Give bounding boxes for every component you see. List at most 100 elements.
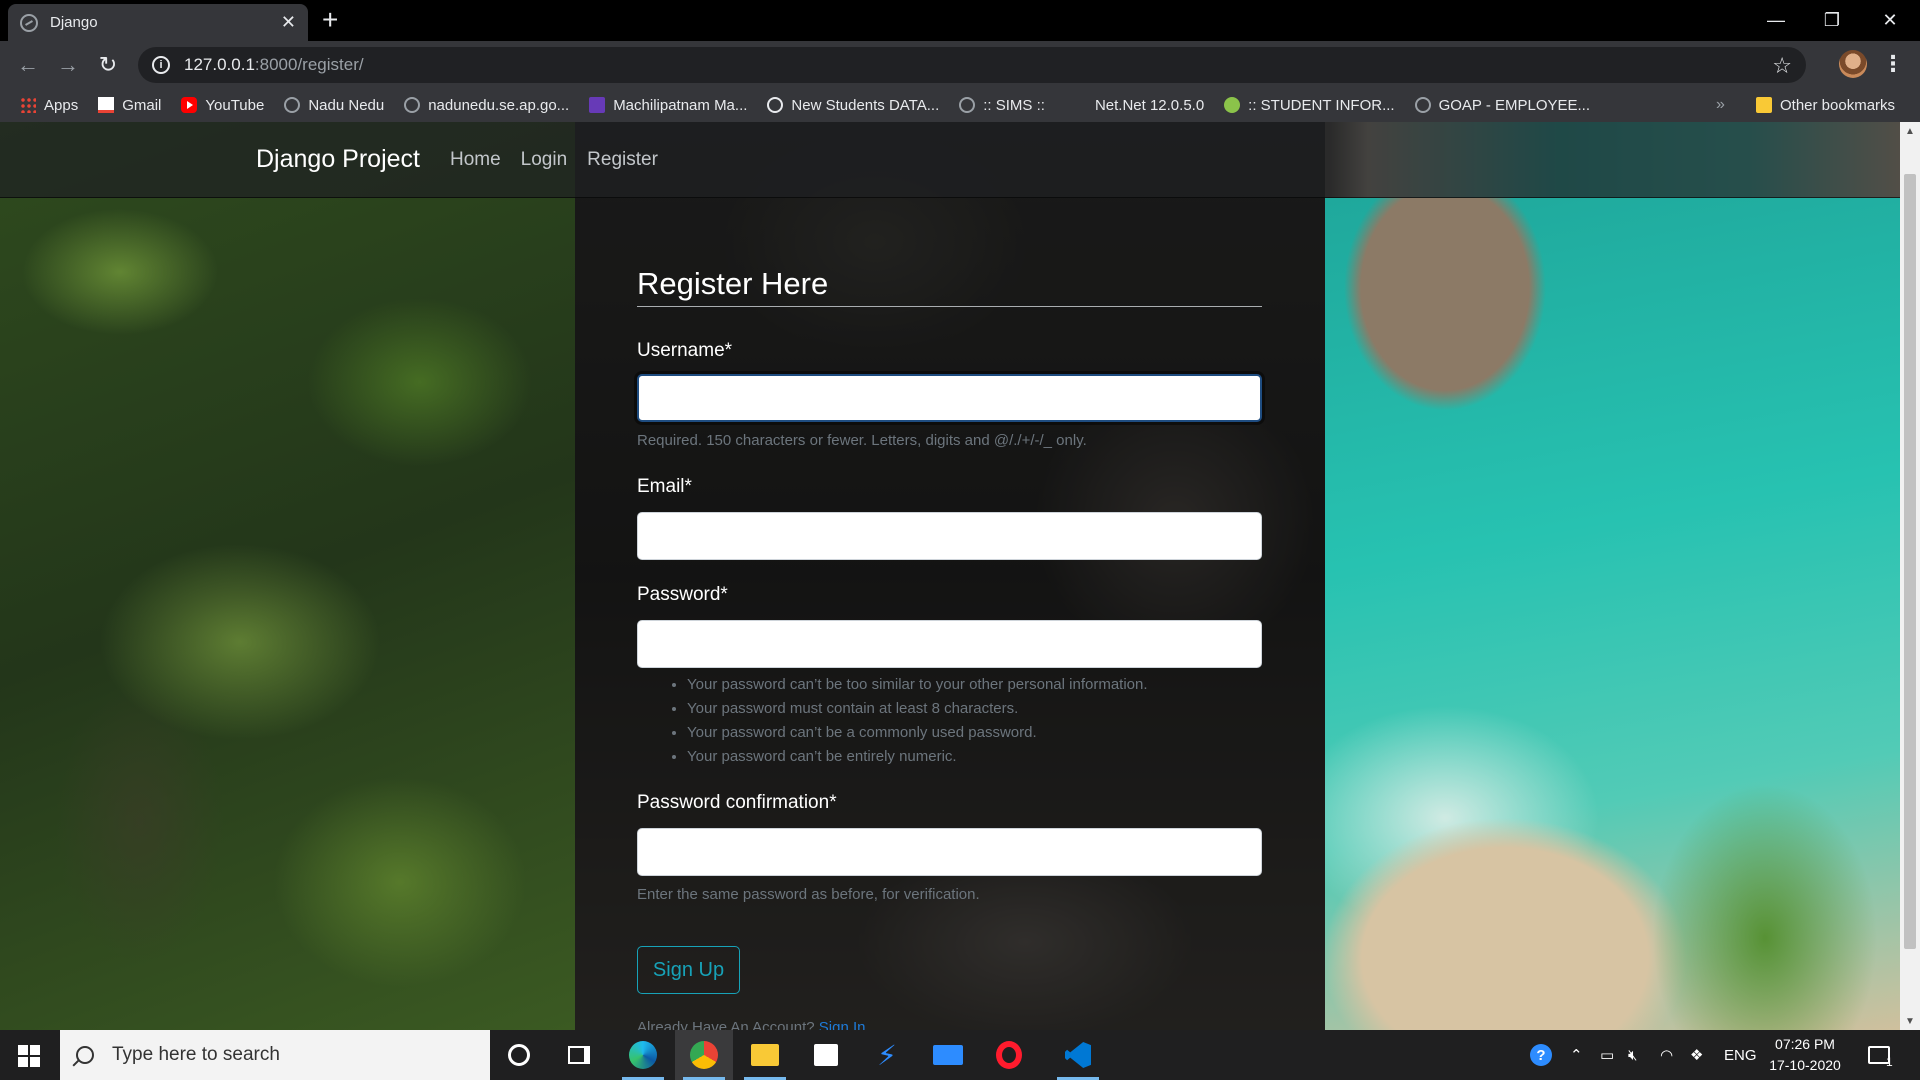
password-confirmation-help-text: Enter the same password as before, for v… [637,886,980,903]
page-scrollbar[interactable]: ▲ ▼ [1900,122,1920,1030]
bookmark-new-students[interactable]: New Students DATA... [767,97,939,114]
password-label: Password* [637,584,728,605]
site-brand-link[interactable]: Django Project [256,145,420,174]
wordpress-icon [767,97,784,113]
password-input[interactable] [637,620,1262,668]
clock-date: 17-10-2020 [1769,1057,1841,1073]
speaker-muted-icon[interactable]: 🔇︎ [1628,1030,1637,1080]
bookmarks-more-chevron-icon[interactable]: » [1716,88,1725,122]
gmail-icon [98,97,115,113]
scroll-thumb[interactable] [1904,174,1916,949]
url-path: :8000/register/ [254,55,364,74]
address-bar[interactable]: i 127.0.0.1 :8000/register/ ☆ [138,47,1806,83]
back-button[interactable]: ← [14,51,42,79]
bookmark-student-info[interactable]: :: STUDENT INFOR... [1224,97,1395,114]
dropbox-icon[interactable]: ❖ [1690,1030,1703,1080]
task-view-icon[interactable] [550,1030,608,1080]
page-viewport: Django Project Home Login Register Regis… [0,122,1900,1030]
bookmark-gmail[interactable]: Gmail [98,97,161,114]
tab-close-icon[interactable]: ✕ [281,12,296,33]
form-title: Register Here [637,266,1262,307]
help-tray-icon[interactable]: ? [1530,1030,1552,1080]
bookmark-youtube[interactable]: YouTube [181,97,264,114]
minimize-button[interactable]: — [1748,0,1804,41]
site-navbar: Django Project Home Login Register [0,122,1900,198]
restore-button[interactable]: ❐ [1804,0,1860,41]
globe-icon [404,97,421,113]
tab-title: Django [50,14,98,31]
windows-taskbar: Type here to search ⚡ ? ⌃ ▭ 🔇︎ ◠ ❖ ENG 0… [0,1030,1920,1080]
bookmark-site-icon [589,97,606,113]
globe-icon [284,97,301,113]
nav-login-link[interactable]: Login [521,149,568,171]
close-window-button[interactable]: ✕ [1862,0,1918,41]
bookmark-netnet[interactable]: Net.Net 12.0.5.0 [1095,97,1204,114]
opera-icon[interactable] [980,1030,1038,1080]
nav-home-link[interactable]: Home [450,149,501,171]
nav-register-link[interactable]: Register [587,149,658,171]
password-confirmation-input[interactable] [637,828,1262,876]
student-info-icon [1224,97,1241,113]
password-help-item: Your password can’t be entirely numeric. [687,748,1148,772]
bookmark-machilipatnam[interactable]: Machilipatnam Ma... [589,97,747,114]
browser-tab[interactable]: Django ✕ [8,4,308,41]
power-automate-icon[interactable]: ⚡ [858,1030,916,1080]
browser-toolbar: ← → ↻ i 127.0.0.1 :8000/register/ ☆ ⋮ [0,41,1920,88]
globe-favicon-icon [20,13,38,32]
taskbar-clock[interactable]: 07:26 PM 17-10-2020 [1760,1034,1850,1076]
store-icon[interactable] [797,1030,855,1080]
bookmark-sims[interactable]: :: SIMS :: [959,97,1045,114]
bookmark-star-icon[interactable]: ☆ [1772,53,1792,79]
email-label: Email* [637,476,692,497]
cortana-icon[interactable] [490,1030,548,1080]
sign-in-link[interactable]: Sign In [819,1019,866,1030]
edge-icon[interactable] [614,1030,672,1080]
scroll-up-arrow-icon[interactable]: ▲ [1900,122,1920,140]
other-bookmarks[interactable]: Other bookmarks [1756,88,1895,122]
email-input[interactable] [637,512,1262,560]
battery-icon[interactable]: ▭ [1600,1030,1614,1080]
reload-button[interactable]: ↻ [94,51,122,79]
file-explorer-icon[interactable] [736,1030,794,1080]
windows-start-icon[interactable] [18,1045,40,1067]
folder-icon [1756,97,1772,113]
taskbar-search-box[interactable]: Type here to search [60,1030,490,1080]
apps-grid-icon [20,97,36,113]
footer-text: Already Have An Account? Sign In [637,1019,866,1030]
password-help-list: Your password can’t be too similar to yo… [687,676,1148,772]
new-tab-button[interactable]: + [322,6,338,34]
username-label: Username* [637,340,733,361]
background-forest-image [0,122,575,1030]
password-help-item: Your password can’t be too similar to yo… [687,676,1148,700]
footer-question: Already Have An Account? [637,1019,815,1030]
browser-titlebar: Django ✕ + — ❐ ✕ [0,0,1920,41]
input-language[interactable]: ENG [1724,1030,1757,1080]
forward-button[interactable]: → [54,51,82,79]
bookmark-nadunedu-site[interactable]: nadunedu.se.ap.go... [404,97,569,114]
username-input[interactable] [637,374,1262,422]
youtube-icon [181,97,198,113]
globe-icon [1414,97,1431,113]
chrome-icon[interactable] [675,1030,733,1080]
site-info-icon[interactable]: i [152,56,170,74]
clock-time: 07:26 PM [1775,1036,1835,1052]
chrome-menu-icon[interactable]: ⋮ [1882,51,1904,77]
notifications-icon[interactable]: 1 [1868,1030,1893,1080]
bookmark-apps[interactable]: Apps [20,97,78,114]
mail-icon[interactable] [919,1030,977,1080]
scroll-down-arrow-icon[interactable]: ▼ [1900,1012,1920,1030]
search-icon [76,1046,94,1064]
wifi-icon[interactable]: ◠ [1660,1030,1673,1080]
password-help-item: Your password can’t be a commonly used p… [687,724,1148,748]
vscode-icon[interactable] [1049,1030,1107,1080]
password-confirmation-label: Password confirmation* [637,792,837,813]
bookmarks-bar: Apps Gmail YouTube Nadu Nedu nadunedu.se… [0,88,1920,122]
url-host: 127.0.0.1 [184,55,255,74]
profile-avatar[interactable] [1839,50,1867,78]
sign-up-button[interactable]: Sign Up [637,946,740,994]
search-placeholder: Type here to search [112,1044,280,1065]
show-hidden-icons-chevron-icon[interactable]: ⌃ [1570,1030,1583,1080]
password-help-item: Your password must contain at least 8 ch… [687,700,1148,724]
bookmark-goap[interactable]: GOAP - EMPLOYEE... [1414,97,1590,114]
bookmark-nadu-nedu[interactable]: Nadu Nedu [284,97,384,114]
